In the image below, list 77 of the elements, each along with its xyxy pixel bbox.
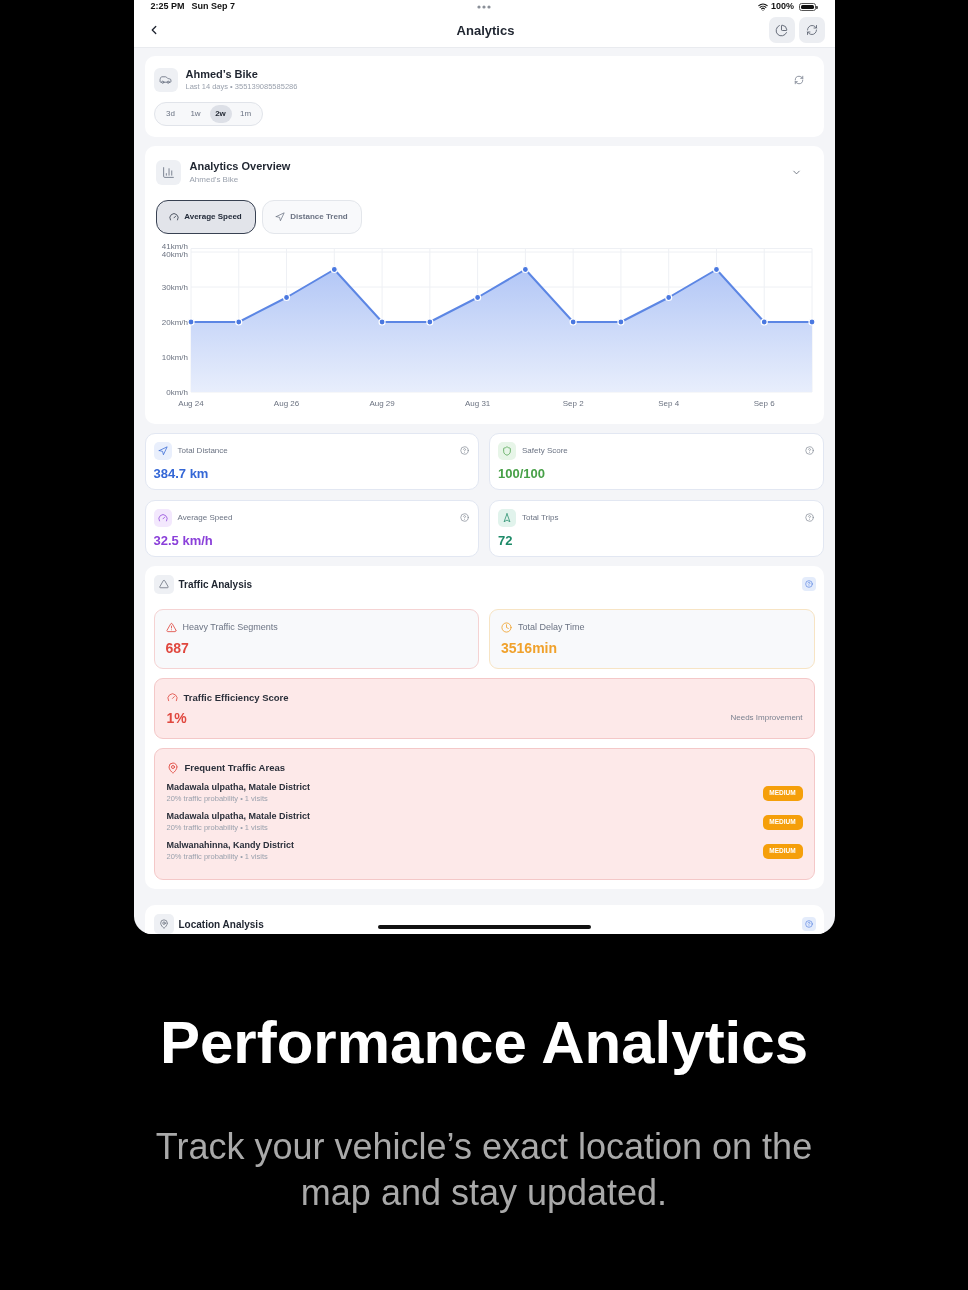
range-option[interactable]: 1w <box>184 104 207 123</box>
battery-percent: 100% <box>770 0 794 14</box>
area-name: Madawala ulpatha, Matale District <box>166 811 311 822</box>
triangle-icon <box>153 574 174 594</box>
dots-icon <box>477 5 491 10</box>
promo-heading: Performance Analytics <box>159 1009 808 1077</box>
upward-arrow-icon <box>498 508 516 527</box>
map-pin-icon <box>166 761 179 774</box>
gauge-icon <box>153 508 172 527</box>
gauge-icon <box>166 692 178 704</box>
x-axis-label: Aug 31 <box>464 398 490 408</box>
vehicle-name: Ahmed’s Bike <box>185 67 258 81</box>
status-date: Sun Sep 7 <box>191 0 236 14</box>
efficiency-status: Needs Improvement <box>730 712 803 724</box>
pie-chart-icon <box>775 23 788 37</box>
traffic-title: Traffic Analysis <box>178 577 253 592</box>
area-name: Malwanahinna, Kandy District <box>166 840 295 851</box>
help-icon[interactable] <box>460 513 469 523</box>
stat-value: 100/100 <box>498 465 545 482</box>
stat-label: Total Trips <box>522 511 559 524</box>
y-axis-label: 20km/h <box>161 317 188 327</box>
y-axis-label: 10km/h <box>161 352 188 362</box>
battery-icon <box>799 3 818 12</box>
x-axis-label: Aug 29 <box>368 398 395 408</box>
y-axis-label: 30km/h <box>161 282 188 292</box>
efficiency-value: 1% <box>166 709 187 727</box>
gauge-icon <box>169 211 180 222</box>
refresh-icon <box>805 24 818 37</box>
overview-subtitle: Ahmed's Bike <box>189 174 239 185</box>
areas-title: Frequent Traffic Areas <box>184 760 285 775</box>
warning-triangle-icon <box>165 622 177 633</box>
car-icon <box>153 67 178 92</box>
x-axis-label: Sep 2 <box>562 398 584 408</box>
x-axis-label: Aug 26 <box>273 398 299 408</box>
stat-value: 32.5 km/h <box>153 532 213 549</box>
pie-chart-button[interactable] <box>768 17 795 44</box>
x-axis-label: Aug 24 <box>177 398 204 408</box>
x-axis-label: Sep 4 <box>657 398 679 408</box>
stat-label: Average Speed <box>177 511 233 524</box>
navigation-arrow-icon <box>153 441 172 460</box>
bar-chart-icon <box>155 159 181 185</box>
stat-label: Total Distance <box>177 444 228 457</box>
wifi-icon <box>757 2 768 13</box>
stat-value: 384.7 km <box>153 465 209 482</box>
stat-label: Safety Score <box>522 444 568 457</box>
status-time: 2:25 PM <box>150 0 185 14</box>
shield-icon <box>498 441 516 460</box>
map-pin-icon <box>153 914 174 934</box>
metric-value: 3516min <box>501 639 558 658</box>
overview-title: Analytics Overview <box>189 159 291 173</box>
y-axis-label: 0km/h <box>165 387 188 397</box>
help-icon[interactable] <box>804 446 814 456</box>
metric-label: Total Delay Time <box>518 620 585 634</box>
help-icon[interactable] <box>801 577 816 592</box>
location-title: Location Analysis <box>178 917 264 932</box>
metric-value: 687 <box>165 639 189 658</box>
page-title: Analytics <box>456 21 515 40</box>
efficiency-title: Traffic Efficiency Score <box>183 690 289 705</box>
y-axis-label: 40km/h <box>161 249 188 259</box>
y-axis-label: 41km/h <box>161 241 188 251</box>
help-icon[interactable] <box>804 513 814 523</box>
area-name: Madawala ulpatha, Matale District <box>166 782 311 793</box>
help-icon[interactable] <box>460 446 469 456</box>
range-option[interactable]: 3d <box>159 104 182 123</box>
refresh-button[interactable] <box>798 17 825 44</box>
clock-icon <box>501 622 512 633</box>
chart-tab[interactable]: Distance Trend <box>261 199 362 234</box>
metric-label: Heavy Traffic Segments <box>182 620 278 634</box>
x-axis-label: Sep 6 <box>753 398 775 408</box>
range-option[interactable]: 1m <box>234 104 257 123</box>
stat-value: 72 <box>498 532 513 549</box>
promo-text: Track your vehicle’s exact location on the map and stay updated. <box>154 1125 814 1215</box>
range-option[interactable]: 2w <box>209 104 232 123</box>
refresh-icon[interactable] <box>793 74 804 85</box>
help-icon[interactable] <box>801 917 816 931</box>
chart-tab[interactable]: Average Speed <box>155 199 256 234</box>
navigation-arrow-icon <box>275 211 286 222</box>
